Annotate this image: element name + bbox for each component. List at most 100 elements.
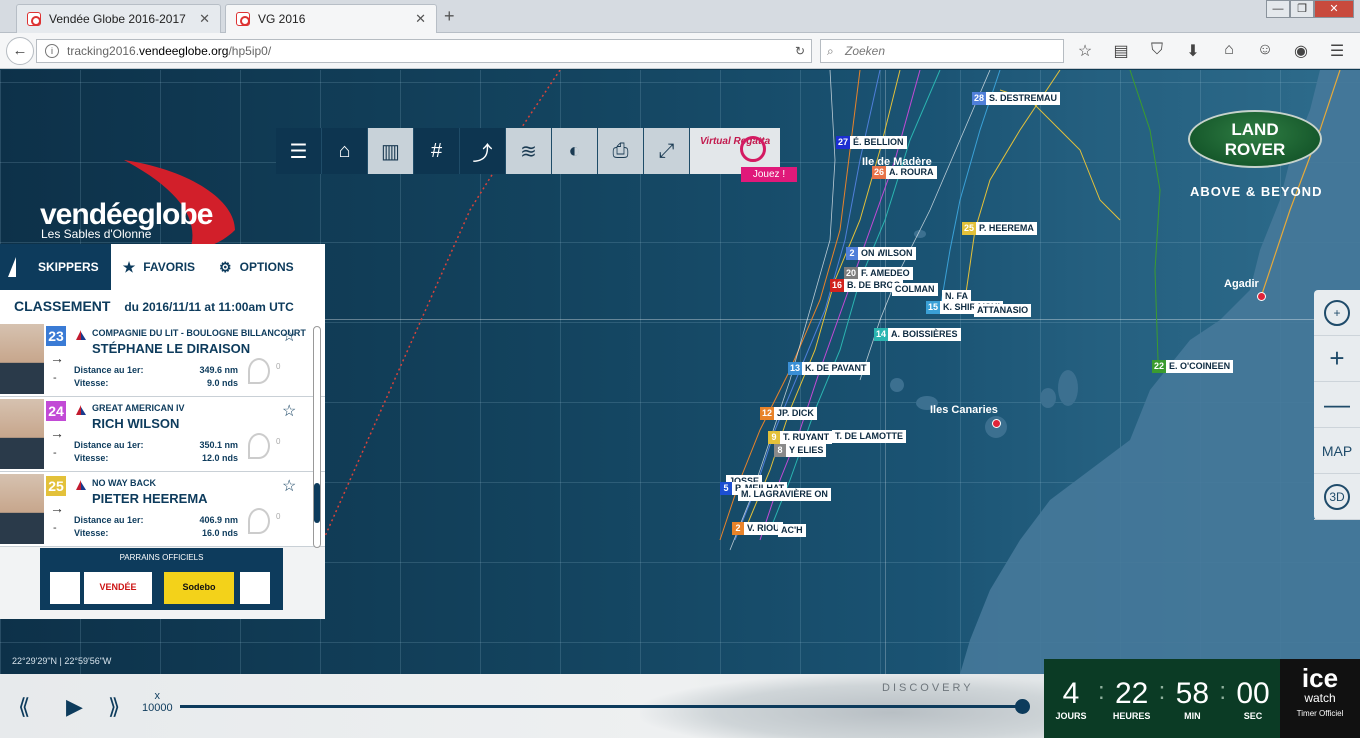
timeline-track[interactable]	[180, 705, 1022, 708]
scrollbar[interactable]	[313, 326, 321, 548]
list-icon[interactable]: ☰	[276, 128, 322, 174]
search-input[interactable]: ⌕ Zoeken	[820, 39, 1064, 63]
fast-forward-button[interactable]: ⟫	[108, 694, 120, 720]
scrollbar-thumb[interactable]	[314, 483, 320, 523]
boat-marker[interactable]: 12 JP. DICK	[760, 407, 817, 420]
route-icon[interactable]: ⤴	[460, 128, 506, 174]
ice-watch-logo: ice watch Timer Officiel	[1280, 659, 1360, 738]
map-button[interactable]: MAP	[1314, 428, 1360, 474]
ranking-chart-icon[interactable]: ▥	[368, 128, 414, 174]
locate-button[interactable]: +	[1314, 290, 1360, 336]
skipper-row[interactable]: 25 → - NO WAY BACK PIETER HEEREMA Distance au…	[0, 472, 325, 547]
boat-marker[interactable]: M. LAGRAVIÈRE ON	[738, 488, 831, 501]
timer-seconds-label: SEC	[1243, 710, 1263, 721]
tab-options[interactable]: ⚙ OPTIONS	[207, 244, 306, 290]
boat-marker[interactable]: 9 T. RUYANT	[768, 431, 833, 444]
skipper-boat: GREAT AMERICAN IV	[92, 403, 185, 413]
boat-marker[interactable]: 13 K. DE PAVANT	[788, 362, 870, 375]
skipper-rank: 24	[46, 401, 66, 421]
tab-title: VG 2016	[258, 12, 306, 26]
map-controls: + + — MAP 3D	[1314, 290, 1360, 520]
boat-marker[interactable]: COLMAN	[892, 283, 938, 296]
canaries-pin	[992, 419, 1001, 428]
info-icon[interactable]: i	[45, 44, 59, 58]
boat-number: 28	[972, 92, 987, 105]
tab-favoris[interactable]: ★ FAVORIS	[111, 244, 207, 290]
boat-name: K. DE PAVANT	[802, 362, 870, 375]
download-icon[interactable]: ⬇	[1182, 41, 1204, 61]
timer-separator: :	[1219, 677, 1227, 705]
boat-marker[interactable]: 2 ON	[846, 247, 878, 260]
ice-line3: Timer Officiel	[1296, 709, 1344, 718]
back-button[interactable]: ←	[6, 37, 34, 65]
sync-icon[interactable]: ◉	[1290, 41, 1312, 61]
timeline-handle[interactable]	[1015, 699, 1030, 714]
boat-marker[interactable]: 28 S. DESTREMAU	[972, 92, 1061, 105]
zoom-in-button[interactable]: +	[1314, 336, 1360, 382]
boat-marker[interactable]: 27 É. BELLION	[836, 136, 907, 149]
play-track-icon[interactable]	[248, 358, 270, 384]
classement-header: CLASSEMENT du 2016/11/11 at 11:00am UTC	[0, 290, 325, 322]
boat-number: 12	[760, 407, 775, 420]
arrow-right-icon: →	[50, 500, 64, 516]
sail-icon	[8, 257, 16, 277]
tab-vendee-globe[interactable]: Vendée Globe 2016-2017 ✕	[16, 4, 221, 33]
print-icon[interactable]: ⎙	[598, 128, 644, 174]
tag-icon[interactable]: ⌂	[322, 128, 368, 174]
skipper-row[interactable]: 24 → - GREAT AMERICAN IV RICH WILSON Distance…	[0, 397, 325, 472]
boat-name: COLMAN	[892, 283, 938, 296]
bookmark-star-icon[interactable]: ☆	[1074, 41, 1096, 61]
favorite-star-icon[interactable]: ☆	[282, 401, 296, 421]
menu-icon[interactable]: ☰	[1326, 41, 1348, 61]
favorite-star-icon[interactable]: ☆	[282, 326, 296, 346]
close-tab-icon[interactable]: ✕	[199, 11, 210, 27]
smiley-icon[interactable]: ☺	[1254, 41, 1276, 61]
boat-marker[interactable]: 14 A. BOISSIÈRES	[874, 328, 961, 341]
play-track-icon[interactable]	[248, 508, 270, 534]
timer-hours-value: 22	[1114, 676, 1149, 710]
boat-marker[interactable]: 25 P. HEEREMA	[962, 222, 1037, 235]
skipper-boat: COMPAGNIE DU LIT - BOULOGNE BILLANCOURT	[92, 328, 306, 338]
speed-value: 9.0 nds	[206, 378, 238, 388]
skipper-row[interactable]: 23 → - COMPAGNIE DU LIT - BOULOGNE BILLANCO…	[0, 322, 325, 397]
jouez-button[interactable]: Jouez !	[741, 167, 797, 182]
wind-icon[interactable]: ≋	[506, 128, 552, 174]
boat-marker[interactable]: 8Y ELIES	[774, 444, 827, 457]
cursor-coordinates: 22°29'29"N | 22°59'56"W	[12, 656, 112, 666]
maximize-button[interactable]: ❐	[1290, 0, 1314, 18]
boat-marker[interactable]: 22 E. O'COINEEN	[1152, 360, 1234, 373]
play-button[interactable]: ▶	[66, 694, 83, 720]
boat-number: 9	[768, 431, 780, 444]
pocket-icon[interactable]: ⛉	[1146, 41, 1168, 61]
close-tab-icon[interactable]: ✕	[415, 11, 426, 27]
tab-vg2016[interactable]: VG 2016 ✕	[225, 4, 437, 33]
minimize-button[interactable]: —	[1266, 0, 1290, 18]
close-window-button[interactable]: ✕	[1314, 0, 1354, 18]
new-tab-button[interactable]: +	[444, 6, 455, 27]
boat-marker[interactable]: AC'H	[778, 524, 806, 537]
reload-icon[interactable]: ↻	[795, 40, 805, 62]
rewind-button[interactable]: ⟪	[18, 694, 30, 720]
grid-icon[interactable]: #	[414, 128, 460, 174]
day-night-icon[interactable]: ◐	[552, 128, 598, 174]
sponsors-block: PARRAINS OFFICIELS VENDÉE Sodebo	[40, 548, 283, 610]
skipper-rank: 23	[46, 326, 66, 346]
boat-marker[interactable]: 2 V. RIOU	[732, 522, 783, 535]
boat-marker[interactable]: 26 A. ROURA	[872, 166, 937, 179]
home-icon[interactable]: ⌂	[1218, 41, 1240, 61]
zoom-out-button[interactable]: —	[1314, 382, 1360, 428]
arrow-right-icon: →	[50, 425, 64, 441]
3d-button[interactable]: 3D	[1314, 474, 1360, 520]
reading-list-icon[interactable]: ▤	[1110, 41, 1132, 61]
favorite-star-icon[interactable]: ☆	[282, 476, 296, 496]
boat-marker[interactable]: T. DE LAMOTTE	[832, 430, 906, 443]
url-prefix: tracking2016.	[67, 44, 140, 58]
tab-skippers[interactable]: SKIPPERS	[0, 244, 111, 290]
play-track-icon[interactable]	[248, 433, 270, 459]
fullscreen-icon[interactable]: ⤢	[644, 128, 690, 174]
boat-name: A. ROURA	[886, 166, 937, 179]
speed-label: Vitesse:	[74, 453, 109, 463]
boat-marker[interactable]: ATTANASIO	[974, 304, 1032, 317]
skippers-panel: SKIPPERS ★ FAVORIS ⚙ OPTIONS CLASSEMENT …	[0, 244, 325, 619]
url-bar[interactable]: i tracking2016.vendeeglobe.org/hp5ip0/ ↻	[36, 39, 812, 63]
